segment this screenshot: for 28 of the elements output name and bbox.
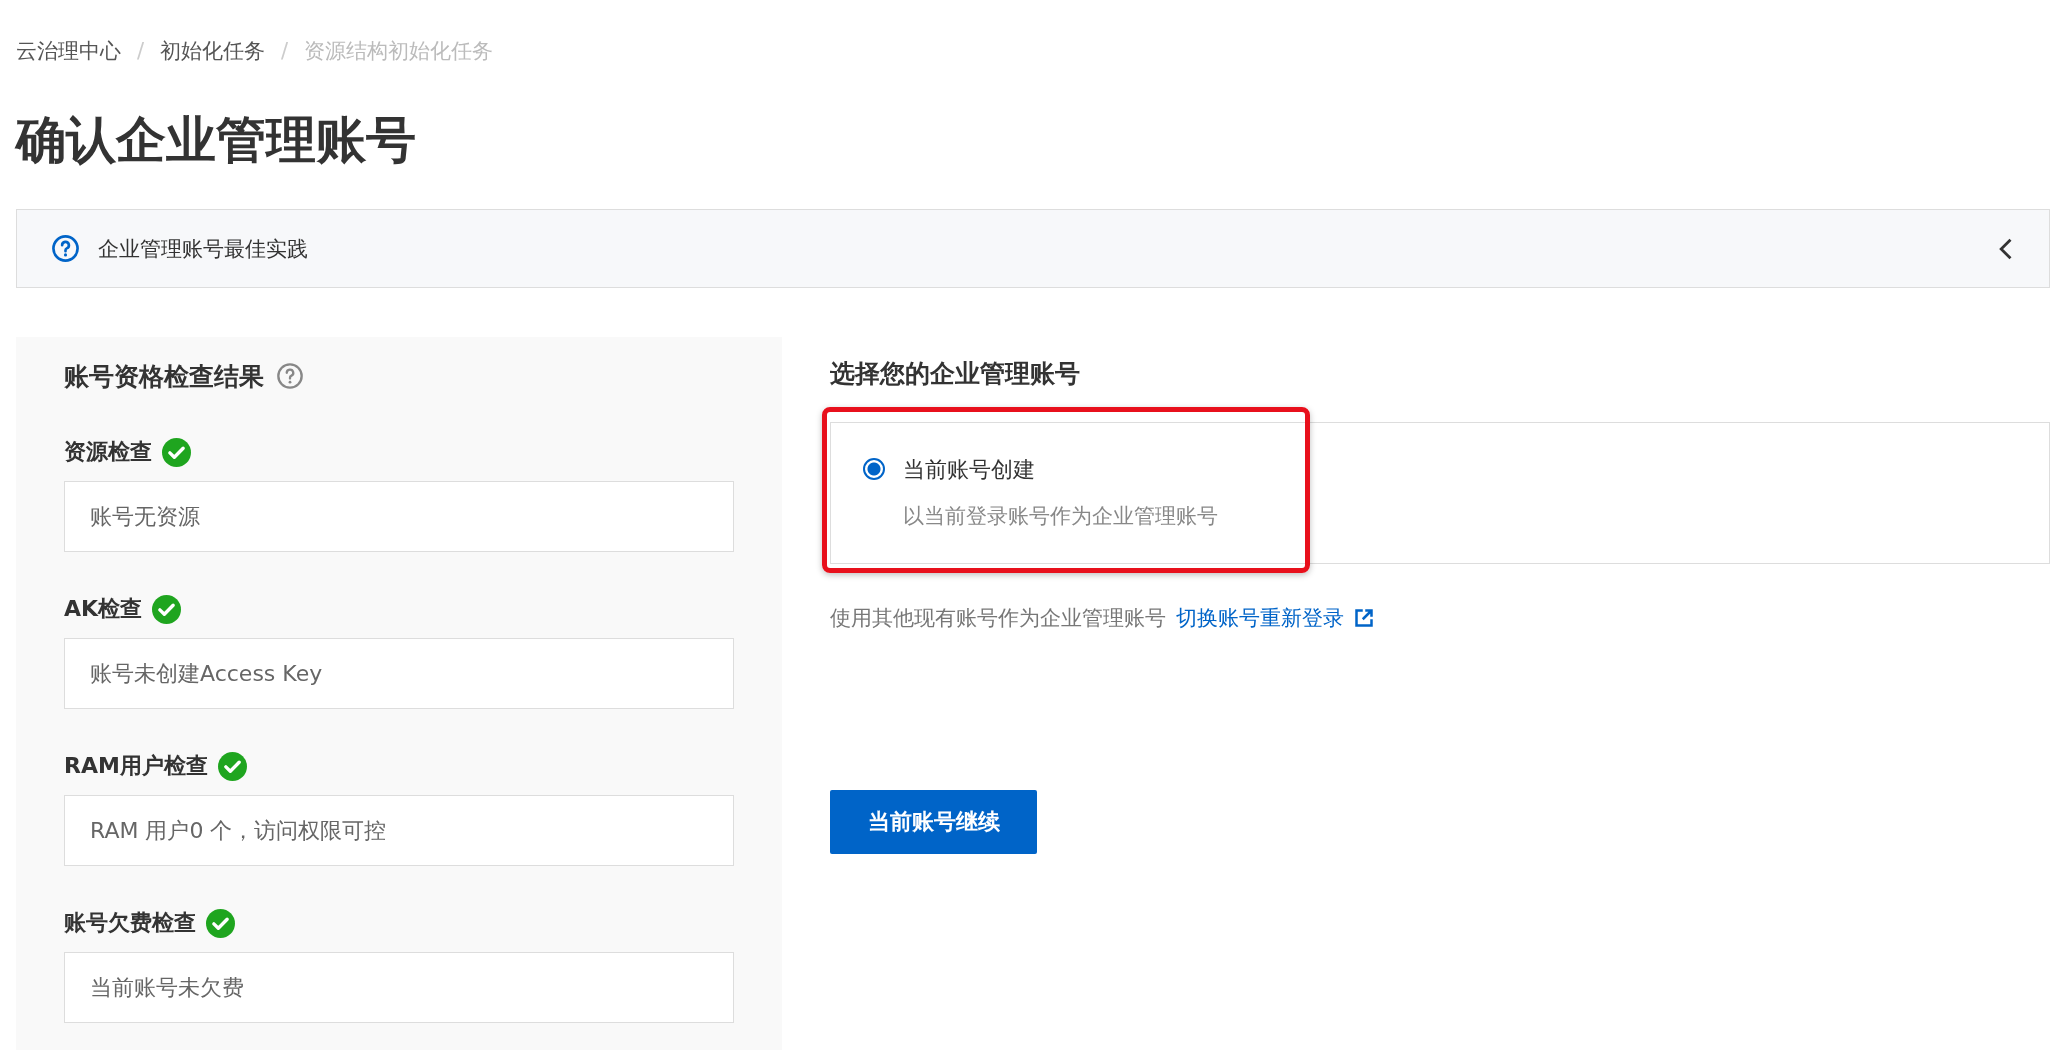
hint-text: 使用其他现有账号作为企业管理账号 <box>830 605 1166 632</box>
breadcrumb-separator: / <box>281 39 289 63</box>
result-field: 账号无资源 <box>64 481 734 552</box>
check-label: RAM用户检查 <box>64 752 208 780</box>
option-label: 当前账号创建 <box>903 456 1036 484</box>
collapsible-banner[interactable]: 企业管理账号最佳实践 <box>16 209 2050 288</box>
check-label: 资源检查 <box>64 438 152 466</box>
panel-title: 账号资格检查结果 <box>64 360 264 393</box>
radio-button[interactable] <box>863 458 885 480</box>
radio-option[interactable]: 当前账号创建 以当前登录账号作为企业管理账号 <box>830 422 2050 564</box>
banner-text: 企业管理账号最佳实践 <box>98 235 309 263</box>
breadcrumb-item[interactable]: 云治理中心 <box>16 37 121 65</box>
breadcrumb-item[interactable]: 初始化任务 <box>160 37 266 65</box>
help-icon <box>51 234 80 263</box>
switch-account-link[interactable]: 切换账号重新登录 <box>1176 604 1374 632</box>
option-description: 以当前登录账号作为企业管理账号 <box>903 503 1218 530</box>
external-link-icon <box>1354 608 1374 628</box>
breadcrumb-separator: / <box>137 39 145 63</box>
continue-button[interactable]: 当前账号继续 <box>830 790 1037 854</box>
help-icon[interactable] <box>276 362 304 390</box>
result-field: 当前账号未欠费 <box>64 952 734 1023</box>
result-field: 账号未创建Access Key <box>64 638 734 709</box>
check-label: AK检查 <box>64 595 143 623</box>
result-field: RAM 用户0 个，访问权限可控 <box>64 795 734 866</box>
check-label: 账号欠费检查 <box>64 909 196 937</box>
breadcrumb-item: 资源结构初始化任务 <box>304 38 494 65</box>
section-title: 选择您的企业管理账号 <box>830 358 1081 390</box>
page-title: 确认企业管理账号 <box>16 110 417 170</box>
